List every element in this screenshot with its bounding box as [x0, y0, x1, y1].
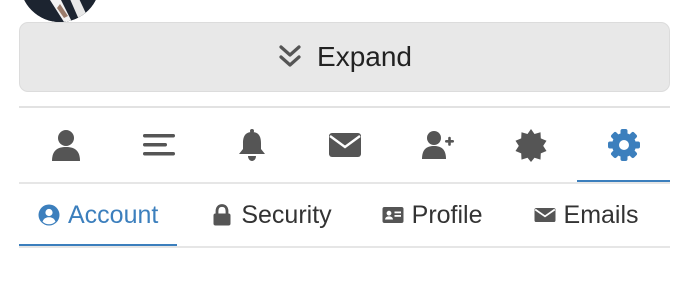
tab-security-label: Security [241, 200, 332, 229]
section-tabs: Account Security Profile Emails [19, 184, 670, 247]
tab-user[interactable] [19, 108, 112, 182]
expand-label: Expand [317, 41, 412, 72]
tab-security[interactable]: Security [177, 184, 350, 246]
chevron-double-down-icon [279, 45, 301, 67]
divider [19, 246, 670, 248]
id-card-icon [382, 207, 404, 223]
tab-account-label: Account [68, 200, 159, 229]
badge-icon [515, 129, 546, 162]
envelope-icon [328, 133, 361, 157]
bell-icon [238, 129, 265, 161]
tab-settings[interactable] [577, 108, 670, 184]
tab-notifications[interactable] [205, 108, 298, 182]
tab-profile-label: Profile [411, 200, 483, 229]
user-circle-icon [38, 204, 60, 226]
tab-list[interactable] [112, 108, 205, 182]
expand-button[interactable]: Expand [19, 22, 670, 92]
tab-account[interactable]: Account [19, 184, 178, 247]
envelope-icon [534, 208, 556, 222]
user-plus-icon [421, 131, 454, 159]
tab-emails[interactable]: Emails [502, 184, 658, 246]
user-icon [51, 130, 80, 161]
settings-panel: Expand Account Security Profile Emails [0, 0, 690, 302]
tab-profile[interactable]: Profile [351, 184, 502, 246]
avatar [20, 0, 100, 22]
gear-icon [607, 129, 640, 161]
tab-messages[interactable] [298, 108, 391, 182]
tab-badge[interactable] [484, 108, 577, 182]
list-icon [142, 134, 175, 156]
tab-emails-label: Emails [563, 200, 639, 229]
lock-icon [213, 204, 231, 226]
tab-add-user[interactable] [391, 108, 484, 182]
icon-tab-bar [19, 108, 670, 184]
